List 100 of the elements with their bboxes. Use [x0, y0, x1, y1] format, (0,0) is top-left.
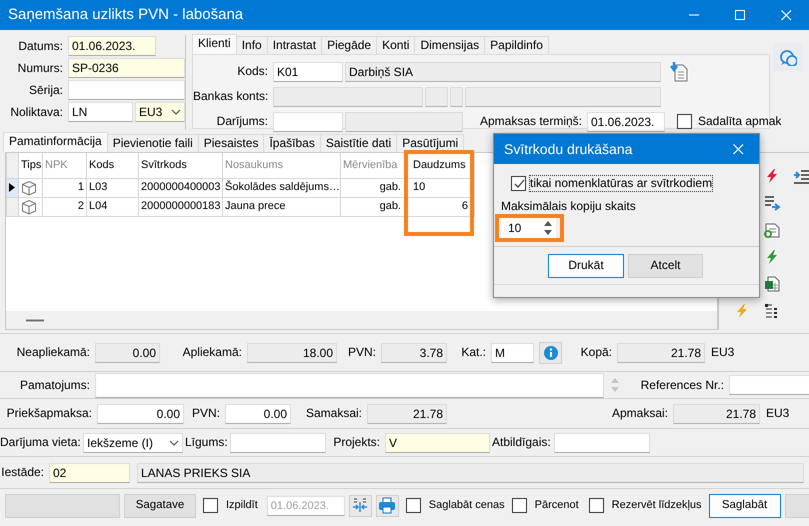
- table-cell: 10: [406, 178, 474, 197]
- input-field[interactable]: 0.00: [225, 404, 291, 424]
- spreadsheet-icon[interactable]: [764, 276, 780, 293]
- input-field[interactable]: [273, 112, 343, 132]
- input-field[interactable]: 0.00: [97, 404, 184, 424]
- input-field[interactable]: 01.06.2023.: [587, 112, 665, 132]
- box-icon: [21, 198, 37, 214]
- input-field[interactable]: Darbiņš SIA: [345, 62, 661, 82]
- field-label: Samaksai:: [306, 406, 362, 420]
- tab[interactable]: Papildinfo: [484, 36, 549, 54]
- input-field[interactable]: SP-0236: [68, 58, 185, 78]
- print-button[interactable]: [376, 494, 399, 516]
- printer-icon: [378, 497, 396, 514]
- table-cell: Jauna prece: [222, 197, 340, 216]
- checkbox-label[interactable]: Izpildīt: [226, 498, 258, 512]
- chat-button[interactable]: [773, 43, 803, 71]
- field-label: Sērija:: [28, 82, 63, 97]
- tab[interactable]: Pamatinformācija: [3, 132, 108, 152]
- input-field[interactable]: [465, 86, 661, 106]
- caret-icon: [171, 109, 181, 115]
- checkbox-label[interactable]: Saglabāt cenas: [428, 498, 505, 512]
- input-field[interactable]: [230, 432, 326, 452]
- checkbox[interactable]: [588, 498, 604, 513]
- input-field[interactable]: 21.78: [367, 404, 447, 424]
- field-label: Priekšapmaksa:: [6, 406, 92, 420]
- tab[interactable]: Pasūtījumi: [396, 134, 464, 152]
- tab[interactable]: Dimensijas: [414, 36, 486, 54]
- dropdown[interactable]: Iekšzeme (I): [83, 432, 183, 452]
- table-cell: 1: [42, 178, 86, 197]
- column-header[interactable]: Daudzums: [406, 153, 474, 178]
- window-title: Saņemšana uzlikts PVN - labošana: [7, 6, 244, 24]
- tab[interactable]: Klienti: [192, 34, 237, 54]
- tab[interactable]: Piegāde: [321, 36, 378, 54]
- input-field[interactable]: [729, 375, 809, 395]
- input-field[interactable]: 02: [49, 462, 130, 482]
- column-header[interactable]: Tips: [18, 153, 42, 178]
- row-selector[interactable]: [6, 178, 18, 197]
- column-header[interactable]: Kods: [86, 153, 138, 178]
- field-label: Projekts:: [333, 435, 380, 450]
- info-button[interactable]: [539, 342, 562, 364]
- field-label: Līgums:: [185, 435, 228, 450]
- checkbox-label[interactable]: Pārcenot: [534, 498, 579, 512]
- input-field[interactable]: [425, 86, 448, 106]
- checkbox[interactable]: [677, 114, 692, 129]
- checkbox-label[interactable]: tikai nomenklatūras ar svītrkodiem: [530, 176, 712, 191]
- input-field[interactable]: 0.00: [95, 342, 160, 362]
- input-field[interactable]: 21.78: [673, 404, 760, 424]
- document-arrow-icon[interactable]: [669, 61, 689, 82]
- checkbox-label[interactable]: Rezervēt līdzekļus: [612, 498, 702, 512]
- number-field[interactable]: 10: [501, 218, 556, 238]
- dropdown[interactable]: EU3: [135, 102, 185, 122]
- checkbox-label[interactable]: Sadalīta apmak: [698, 114, 782, 129]
- split-icon: [351, 497, 370, 514]
- input-field[interactable]: 21.78: [617, 342, 705, 362]
- current-row-icon: [8, 180, 17, 194]
- field-label: Maksimālais kopiju skaits: [501, 199, 637, 214]
- list-arrow-icon[interactable]: [792, 168, 809, 185]
- field-label: Darījuma vieta:: [0, 435, 81, 450]
- field-label: Datums:: [18, 38, 63, 53]
- field-label: Iestāde:: [1, 465, 44, 480]
- column-header[interactable]: Svītrkods: [138, 153, 222, 178]
- check-icon: [512, 177, 526, 190]
- field-label: Apmaksai:: [612, 406, 668, 420]
- list-arrow-icon[interactable]: [764, 195, 780, 212]
- button[interactable]: Saglabāt: [708, 494, 781, 518]
- input-field[interactable]: 01.06.2023.: [68, 36, 156, 56]
- input-field[interactable]: 18.00: [247, 342, 337, 362]
- button[interactable]: Drukāt: [548, 254, 624, 278]
- input-field[interactable]: [273, 86, 423, 106]
- table-cell: 2: [42, 197, 86, 216]
- field-label: Kat.:: [461, 345, 486, 360]
- input-field[interactable]: V: [385, 432, 490, 452]
- input-field[interactable]: [95, 372, 604, 398]
- input-field[interactable]: K01: [273, 62, 343, 82]
- table-cell: L03: [86, 178, 138, 197]
- split-button[interactable]: [348, 494, 372, 516]
- input-field[interactable]: [554, 432, 650, 452]
- button[interactable]: Sagatave: [124, 494, 196, 518]
- input-field[interactable]: LANAS PRIEKS SIA: [137, 462, 804, 482]
- input-field[interactable]: [68, 80, 185, 100]
- input-field[interactable]: M: [491, 342, 534, 362]
- input-field[interactable]: [345, 112, 463, 132]
- info-icon: [542, 344, 558, 360]
- button[interactable]: Atcelt: [628, 254, 703, 278]
- document-icon[interactable]: [764, 222, 780, 239]
- input-field[interactable]: 3.78: [381, 342, 447, 362]
- checkbox[interactable]: [512, 498, 527, 513]
- field-label: Pamatojums:: [20, 378, 90, 392]
- checkbox[interactable]: [511, 176, 526, 191]
- input-field[interactable]: LN: [68, 102, 133, 122]
- field-label: Kopā:: [580, 345, 612, 360]
- field-label: Apmaksas termiņš:: [480, 114, 582, 128]
- spin-arrows-icon[interactable]: [543, 219, 553, 238]
- input-field[interactable]: [450, 86, 463, 106]
- box-icon: [21, 180, 37, 196]
- close-icon: [732, 144, 744, 154]
- checkbox[interactable]: [406, 498, 421, 513]
- checkbox[interactable]: [203, 498, 218, 513]
- highlight-frame: [495, 214, 564, 242]
- tab[interactable]: Īpašības: [263, 134, 321, 152]
